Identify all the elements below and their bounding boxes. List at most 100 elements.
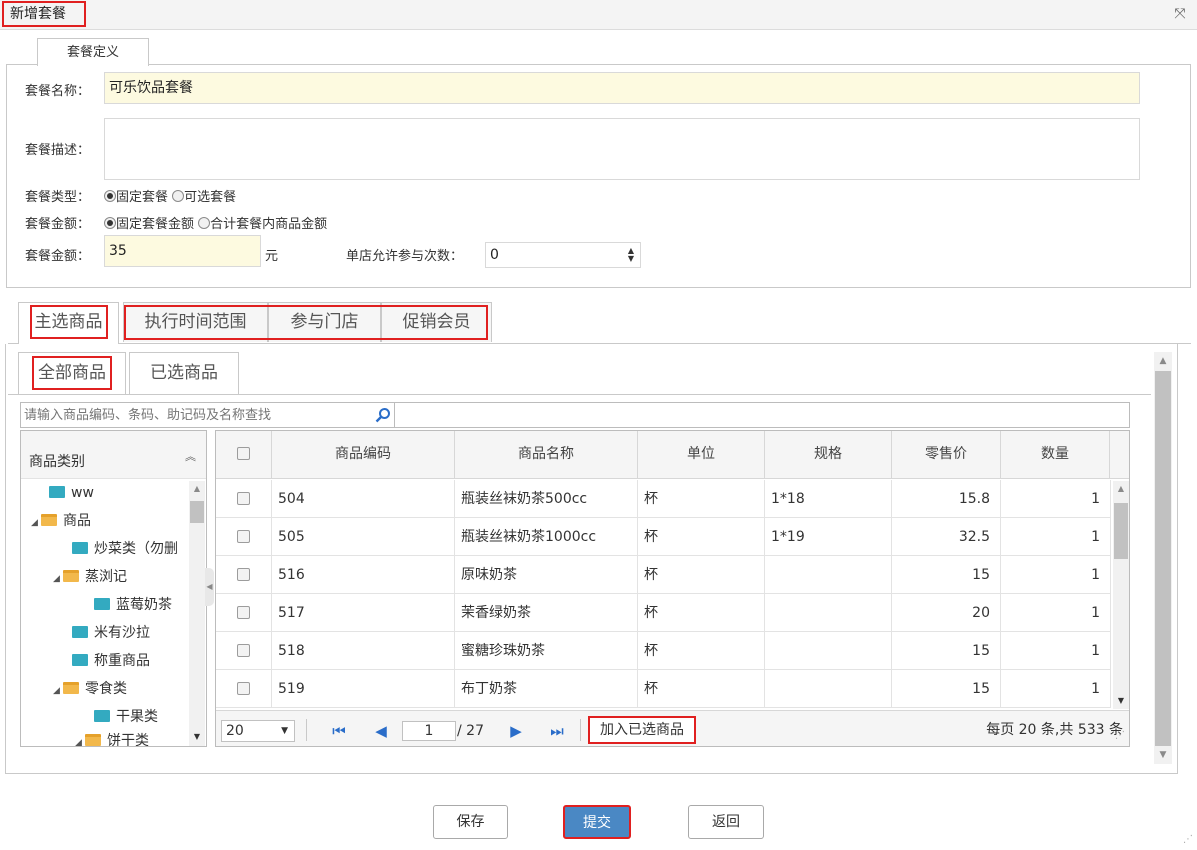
tree-item[interactable]: 米有沙拉 bbox=[21, 619, 189, 647]
select-all-cell bbox=[216, 431, 272, 479]
subtab-selected-products[interactable]: 已选商品 bbox=[129, 352, 239, 394]
table-row[interactable]: 519 布丁奶茶 杯 15 1 bbox=[216, 670, 1111, 708]
column-code[interactable]: 商品编码 bbox=[272, 431, 455, 479]
tree-scroll-down-icon[interactable]: ▼ bbox=[189, 729, 205, 745]
type-fixed-radio[interactable] bbox=[104, 190, 116, 202]
expand-arrow-icon[interactable]: ◢ bbox=[75, 733, 85, 746]
cell-spec bbox=[765, 632, 892, 670]
folder-icon bbox=[72, 626, 88, 638]
table-row[interactable]: 504 瓶装丝袜奶茶500cc 杯 1*18 15.8 1 bbox=[216, 480, 1111, 518]
tree-item[interactable]: 炒菜类（勿删 bbox=[21, 535, 189, 563]
spinner-arrows-icon[interactable]: ▲ ▼ bbox=[626, 247, 636, 263]
amount-mode-radio-group: 固定套餐金额 合计套餐内商品金额 bbox=[104, 213, 327, 232]
tabs-highlight bbox=[124, 305, 488, 340]
amount-unit: 元 bbox=[265, 249, 279, 264]
grid-scroll-up-icon[interactable]: ▲ bbox=[1113, 481, 1129, 497]
column-price[interactable]: 零售价 bbox=[892, 431, 1001, 479]
cell-quantity[interactable]: 1 bbox=[1001, 518, 1111, 556]
add-to-selected-button[interactable]: 加入已选商品 bbox=[588, 716, 696, 744]
cell-code: 518 bbox=[272, 632, 455, 670]
column-name[interactable]: 商品名称 bbox=[455, 431, 638, 479]
row-checkbox[interactable] bbox=[237, 492, 250, 505]
table-row[interactable]: 505 瓶装丝袜奶茶1000cc 杯 1*19 32.5 1 bbox=[216, 518, 1111, 556]
row-checkbox[interactable] bbox=[237, 682, 250, 695]
amount-input[interactable]: 35 bbox=[104, 235, 261, 267]
table-row[interactable]: 518 蜜糖珍珠奶茶 杯 15 1 bbox=[216, 632, 1111, 670]
column-unit[interactable]: 单位 bbox=[638, 431, 765, 479]
type-radio-group: 固定套餐 可选套餐 bbox=[104, 186, 236, 205]
tree-scrollbar-thumb[interactable] bbox=[190, 501, 204, 523]
first-page-icon[interactable]: ⏮ bbox=[330, 722, 348, 740]
limit-spinner[interactable]: 0 ▲ ▼ bbox=[485, 242, 641, 268]
search-bar bbox=[20, 402, 1130, 428]
section-title: 套餐定义 bbox=[37, 38, 149, 66]
search-icon[interactable] bbox=[375, 407, 391, 423]
tree-item[interactable]: ◢ 零食类 bbox=[21, 675, 189, 703]
cell-spec: 1*18 bbox=[765, 480, 892, 518]
expand-arrow-icon[interactable]: ◢ bbox=[53, 565, 63, 593]
name-input[interactable]: 可乐饮品套餐 bbox=[104, 72, 1140, 104]
cell-price: 15 bbox=[892, 632, 1001, 670]
tree-scrollbar[interactable]: ▲ ▼ bbox=[189, 481, 205, 746]
row-checkbox[interactable] bbox=[237, 568, 250, 581]
page-size-select[interactable]: 20 ▼ bbox=[221, 720, 295, 742]
row-checkbox[interactable] bbox=[237, 606, 250, 619]
category-tree: 商品类别 ︽ ww ◢ 商品 炒菜类（勿删 ◢ 蒸浏记 蓝莓奶茶 米有沙拉 称重商品… bbox=[20, 430, 207, 747]
tab-main-products[interactable]: 主选商品 bbox=[18, 302, 119, 344]
prev-page-icon[interactable]: ◀ bbox=[372, 722, 390, 740]
tree-item[interactable]: 干果类 bbox=[21, 703, 189, 731]
row-checkbox[interactable] bbox=[237, 644, 250, 657]
cell-name: 瓶装丝袜奶茶1000cc bbox=[455, 518, 638, 556]
close-icon[interactable]: ⤧ bbox=[1173, 7, 1187, 21]
back-button[interactable]: 返回 bbox=[688, 805, 764, 839]
tree-item[interactable]: ◢ 饼干类 bbox=[21, 731, 189, 746]
cell-spec bbox=[765, 670, 892, 708]
amount-sum-radio[interactable] bbox=[198, 217, 211, 229]
collapse-up-icon[interactable]: ︽ bbox=[185, 448, 196, 464]
table-row[interactable]: 516 原味奶茶 杯 15 1 bbox=[216, 556, 1111, 594]
cell-price: 32.5 bbox=[892, 518, 1001, 556]
cell-quantity[interactable]: 1 bbox=[1001, 480, 1111, 518]
select-all-checkbox[interactable] bbox=[237, 447, 250, 460]
column-spec[interactable]: 规格 bbox=[765, 431, 892, 479]
save-button[interactable]: 保存 bbox=[433, 805, 508, 839]
submit-button[interactable]: 提交 bbox=[563, 805, 631, 839]
subtab-all-products[interactable]: 全部商品 bbox=[18, 352, 126, 394]
subtab-selected-products-label: 已选商品 bbox=[150, 363, 218, 383]
expand-arrow-icon[interactable]: ◢ bbox=[53, 677, 63, 705]
table-row[interactable]: 517 茉香绿奶茶 杯 20 1 bbox=[216, 594, 1111, 632]
page-number-input[interactable]: 1 bbox=[402, 721, 456, 741]
search-input[interactable] bbox=[21, 403, 395, 427]
tree-item[interactable]: ◢ 商品 bbox=[21, 507, 189, 535]
grid-scrollbar[interactable]: ▲ ▼ bbox=[1113, 481, 1129, 709]
panel-scrollbar-thumb[interactable] bbox=[1155, 371, 1171, 746]
cell-price: 20 bbox=[892, 594, 1001, 632]
tree-item[interactable]: ◢ 蒸浏记 bbox=[21, 563, 189, 591]
amount-fixed-radio[interactable] bbox=[104, 217, 116, 229]
cell-name: 瓶装丝袜奶茶500cc bbox=[455, 480, 638, 518]
window-resize-grip-icon[interactable]: ⋰ bbox=[1183, 834, 1193, 845]
description-textarea[interactable] bbox=[104, 118, 1140, 180]
grid-scroll-down-icon[interactable]: ▼ bbox=[1113, 693, 1129, 709]
row-checkbox[interactable] bbox=[237, 530, 250, 543]
cell-quantity[interactable]: 1 bbox=[1001, 556, 1111, 594]
cell-price: 15.8 bbox=[892, 480, 1001, 518]
cell-quantity[interactable]: 1 bbox=[1001, 632, 1111, 670]
collapse-panel-icon[interactable]: ◀ bbox=[205, 568, 214, 606]
next-page-icon[interactable]: ▶ bbox=[507, 722, 525, 740]
folder-open-icon bbox=[41, 514, 57, 526]
tree-item[interactable]: 称重商品 bbox=[21, 647, 189, 675]
tree-scroll-up-icon[interactable]: ▲ bbox=[189, 481, 205, 497]
scroll-up-icon[interactable]: ▲ bbox=[1155, 353, 1171, 369]
cell-quantity[interactable]: 1 bbox=[1001, 670, 1111, 708]
type-optional-radio[interactable] bbox=[172, 190, 185, 202]
tree-item[interactable]: ww bbox=[21, 479, 189, 507]
expand-arrow-icon[interactable]: ◢ bbox=[31, 509, 41, 537]
tree-item[interactable]: 蓝莓奶茶 bbox=[21, 591, 189, 619]
last-page-icon[interactable]: ⏭ bbox=[548, 722, 566, 740]
column-quantity[interactable]: 数量 bbox=[1001, 431, 1110, 479]
cell-quantity[interactable]: 1 bbox=[1001, 594, 1111, 632]
resize-grip-icon[interactable]: ⋰ bbox=[1115, 730, 1125, 741]
grid-scrollbar-thumb[interactable] bbox=[1114, 503, 1128, 559]
scroll-down-icon[interactable]: ▼ bbox=[1155, 747, 1171, 763]
